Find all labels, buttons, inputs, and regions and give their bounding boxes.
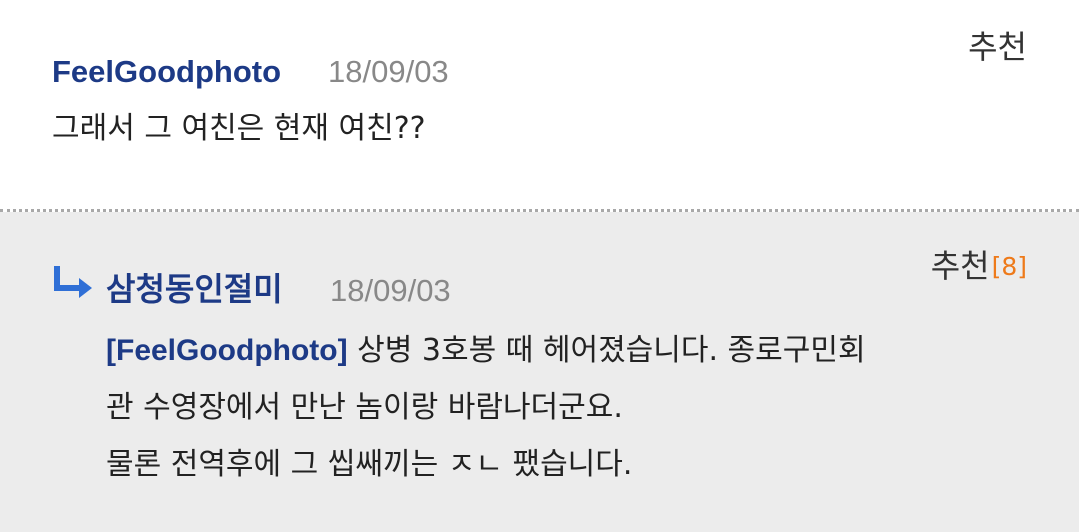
comment-line-text: 상병 3호봉 때 헤어졌습니다. 종로구민회 xyxy=(357,333,866,368)
comment-line: 물론 전역후에 그 씹쌔끼는 ㅈㄴ 팼습니다. xyxy=(106,447,633,482)
recommend-button[interactable]: 추천 xyxy=(968,31,1027,63)
comment-date: 18/09/03 xyxy=(330,273,451,308)
comment-line: 관 수영장에서 만난 놈이랑 바람나더군요. xyxy=(106,390,623,425)
comment-author[interactable]: 삼청동인절미 xyxy=(106,273,283,305)
reply-arrow-icon xyxy=(54,266,92,298)
mention-link[interactable]: [FeelGoodphoto] xyxy=(106,334,348,367)
recommend-button[interactable]: 추천[8] xyxy=(931,250,1027,282)
recommend-label: 추천 xyxy=(930,247,990,285)
comment-item: 추천 FeelGoodphoto 18/09/03 그래서 그 여친은 현재 여… xyxy=(0,0,1079,210)
comment-text: 그래서 그 여친은 현재 여친?? xyxy=(52,111,426,146)
comment-author[interactable]: FeelGoodphoto xyxy=(52,56,281,87)
comment-text: [FeelGoodphoto] 상병 3호봉 때 헤어졌습니다. 종로구민회 관… xyxy=(106,322,1046,493)
comment-date: 18/09/03 xyxy=(328,54,449,89)
comment-line: [FeelGoodphoto] 상병 3호봉 때 헤어졌습니다. 종로구민회 xyxy=(106,322,1046,379)
recommend-count: [8] xyxy=(991,252,1027,281)
reply-comment-item: 추천[8] 삼청동인절미 18/09/03 [FeelGoodphoto] 상병… xyxy=(0,212,1079,532)
